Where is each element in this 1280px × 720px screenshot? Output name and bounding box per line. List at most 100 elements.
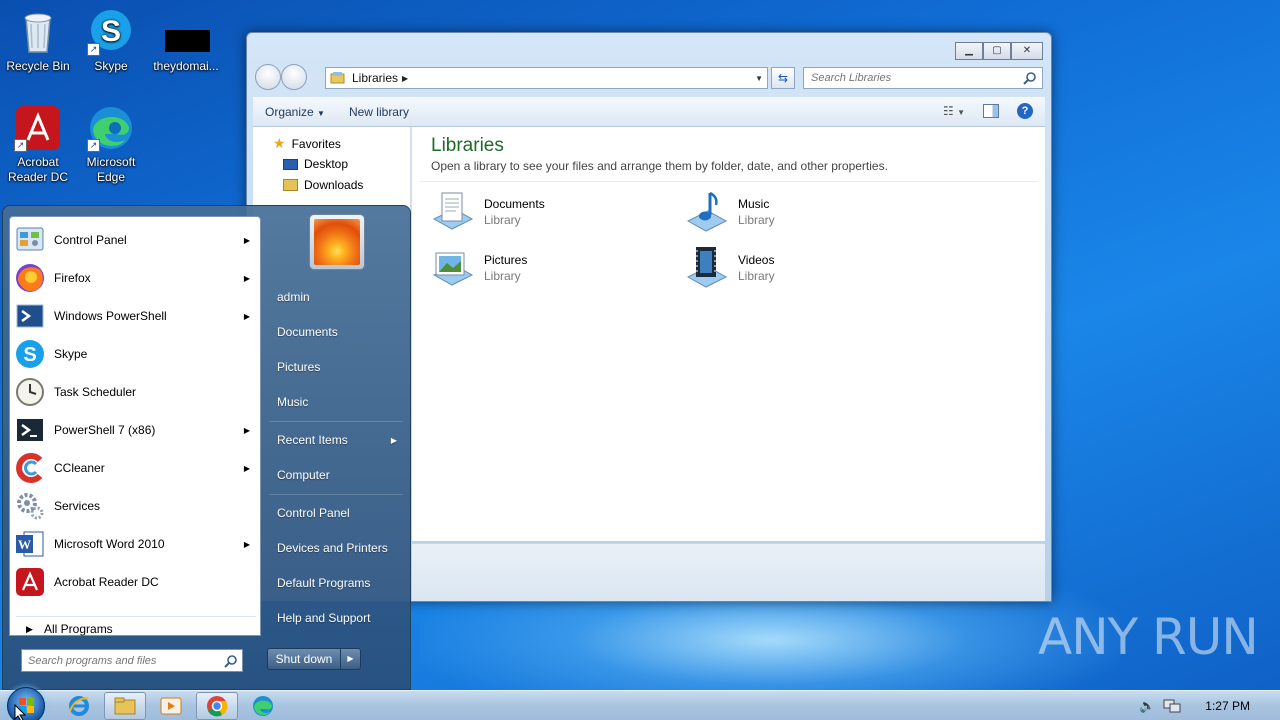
shutdown-button[interactable]: Shut down: [267, 648, 341, 670]
library-type: Library: [484, 213, 521, 227]
triangle-right-icon: ▶: [26, 624, 33, 634]
submenu-arrow-icon[interactable]: ▶: [244, 464, 250, 473]
desktop-icon-label: theydomai...: [153, 59, 219, 73]
search-icon[interactable]: [1023, 71, 1037, 85]
powershell-7-icon: [17, 419, 43, 441]
start-item-recent-items[interactable]: Recent Items ▶: [269, 427, 405, 453]
star-icon: ★: [273, 135, 286, 151]
taskbar-edge[interactable]: [242, 692, 284, 720]
start-item-admin[interactable]: admin: [269, 284, 405, 310]
desktop-icon: [283, 158, 298, 170]
network-icon[interactable]: [1163, 698, 1181, 714]
search-icon[interactable]: [224, 654, 238, 668]
address-dropdown-icon[interactable]: ▼: [755, 74, 763, 83]
all-programs-button[interactable]: ▶ All Programs: [16, 616, 256, 640]
program-services[interactable]: Services: [14, 488, 258, 524]
nav-favorites[interactable]: ★ Favorites: [273, 135, 341, 152]
library-music[interactable]: Music Library: [684, 189, 775, 235]
page-subtitle: Open a library to see your files and arr…: [431, 159, 888, 173]
program-powershell-7[interactable]: PowerShell 7 (x86) ▶: [14, 412, 258, 448]
forward-button[interactable]: [281, 64, 307, 90]
desktop-icon-acrobat[interactable]: ↗ Acrobat Reader DC: [0, 104, 76, 185]
program-word[interactable]: W Microsoft Word 2010 ▶: [14, 526, 258, 562]
submenu-arrow-icon[interactable]: ▶: [244, 274, 250, 283]
taskbar: 🔈 1:27 PM: [0, 687, 1280, 720]
address-bar[interactable]: Libraries ▶ ▼: [325, 67, 768, 89]
clock[interactable]: 1:27 PM: [1205, 699, 1250, 713]
desktop-icon-edge[interactable]: ↗ Microsoft Edge: [73, 104, 149, 185]
start-search-box[interactable]: [21, 649, 243, 672]
start-menu: Control Panel ▶ Firefox ▶ Windows PowerS…: [2, 205, 411, 690]
desktop-icon-skype[interactable]: S ↗ Skype: [73, 8, 149, 74]
search-input[interactable]: [804, 68, 1014, 88]
svg-text:S: S: [23, 344, 36, 366]
nav-downloads[interactable]: Downloads: [283, 178, 363, 192]
submenu-arrow-icon[interactable]: ▶: [244, 312, 250, 321]
maximize-button[interactable]: ▢: [983, 42, 1011, 60]
start-item-help-support[interactable]: Help and Support: [269, 605, 405, 631]
menu-label: Recent Items: [277, 433, 348, 447]
start-item-computer[interactable]: Computer: [269, 462, 405, 488]
organize-button[interactable]: Organize ▼: [253, 105, 337, 119]
breadcrumb[interactable]: Libraries: [352, 71, 398, 85]
documents-library-icon: [432, 192, 474, 230]
submenu-arrow-icon[interactable]: ▶: [244, 426, 250, 435]
search-box[interactable]: [803, 67, 1043, 89]
start-item-control-panel[interactable]: Control Panel: [269, 500, 405, 526]
help-icon[interactable]: ?: [1017, 103, 1033, 119]
taskbar-explorer[interactable]: [104, 692, 146, 720]
shutdown-options-icon[interactable]: ▶: [341, 648, 361, 670]
desktop-icon-label: Acrobat Reader DC: [7, 155, 69, 184]
menu-separator: [269, 421, 403, 422]
library-videos[interactable]: Videos Library: [684, 245, 775, 291]
program-task-scheduler[interactable]: Task Scheduler: [14, 374, 258, 410]
start-item-music[interactable]: Music: [269, 389, 405, 415]
taskbar-media-player[interactable]: [150, 692, 192, 720]
programs-pane: Control Panel ▶ Firefox ▶ Windows PowerS…: [9, 216, 261, 636]
nav-label: Favorites: [291, 136, 341, 151]
back-button[interactable]: [255, 64, 281, 90]
program-acrobat[interactable]: Acrobat Reader DC: [14, 564, 258, 600]
library-pictures[interactable]: Pictures Library: [430, 245, 527, 291]
chrome-icon: [207, 696, 228, 717]
change-view-icon[interactable]: ☷ ▼: [943, 104, 965, 118]
desktop-icon-label: Microsoft Edge: [86, 155, 136, 184]
shutdown-group: Shut down ▶: [267, 648, 361, 672]
start-item-devices-printers[interactable]: Devices and Printers: [269, 535, 405, 561]
taskbar-chrome[interactable]: [196, 692, 238, 720]
program-control-panel[interactable]: Control Panel ▶: [14, 222, 258, 258]
desktop-icon-recycle-bin[interactable]: Recycle Bin: [0, 8, 76, 74]
program-label: Skype: [54, 347, 88, 361]
firefox-icon: [16, 264, 44, 292]
start-item-default-programs[interactable]: Default Programs: [269, 570, 405, 596]
program-skype[interactable]: S Skype: [14, 336, 258, 372]
system-tray: 🔈 1:27 PM: [1139, 691, 1280, 720]
videos-library-icon: [686, 247, 728, 288]
start-item-pictures[interactable]: Pictures: [269, 354, 405, 380]
pictures-library-icon: [432, 252, 474, 286]
all-programs-label: All Programs: [44, 621, 113, 636]
program-ccleaner[interactable]: CCleaner ▶: [14, 450, 258, 486]
submenu-arrow-icon[interactable]: ▶: [244, 236, 250, 245]
desktop-icon-file[interactable]: theydomai...: [148, 8, 224, 74]
program-firefox[interactable]: Firefox ▶: [14, 260, 258, 296]
flower-picture-icon: [314, 219, 360, 265]
start-search-input[interactable]: [22, 650, 218, 671]
refresh-button[interactable]: ⇆: [771, 67, 795, 89]
library-type: Library: [738, 269, 775, 283]
user-avatar[interactable]: [309, 214, 365, 270]
new-library-button[interactable]: New library: [337, 105, 421, 119]
submenu-arrow-icon[interactable]: ▶: [244, 540, 250, 549]
nav-desktop[interactable]: Desktop: [283, 157, 348, 171]
start-item-documents[interactable]: Documents: [269, 319, 405, 345]
taskbar-ie[interactable]: [58, 692, 100, 720]
preview-pane-icon[interactable]: [983, 104, 999, 118]
program-windows-powershell[interactable]: Windows PowerShell ▶: [14, 298, 258, 334]
library-name: Pictures: [484, 253, 528, 267]
close-button[interactable]: ✕: [1011, 42, 1043, 60]
library-documents[interactable]: Documents Library: [430, 189, 545, 235]
divider: [420, 181, 1038, 182]
breadcrumb-chevron-icon[interactable]: ▶: [402, 74, 408, 83]
volume-icon[interactable]: 🔈: [1139, 698, 1155, 714]
minimize-button[interactable]: ▁: [955, 42, 983, 60]
